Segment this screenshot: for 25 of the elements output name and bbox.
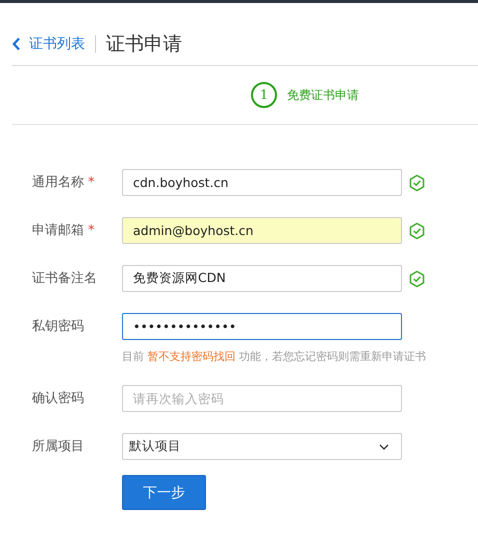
input-field[interactable]: admin@boyhost.cn — [122, 217, 402, 244]
input-field[interactable]: •••••••••••••• — [122, 313, 402, 340]
input-field[interactable]: 免费资源网CDN — [122, 265, 402, 292]
field-label: 申请邮箱 — [32, 222, 84, 240]
project-select[interactable]: 默认项目 — [122, 433, 402, 460]
valid-check-icon — [408, 174, 426, 192]
valid-check-icon — [408, 270, 426, 288]
field-label: 通用名称 — [32, 174, 84, 192]
field-label: 所属项目 — [32, 438, 84, 456]
valid-check-icon — [408, 222, 426, 240]
field-label: 证书备注名 — [32, 270, 97, 288]
step-label: 免费证书申请 — [287, 86, 359, 104]
required-asterisk: * — [88, 174, 94, 192]
required-asterisk: * — [88, 222, 94, 240]
input-field[interactable]: cdn.boyhost.cn — [122, 169, 402, 196]
back-chevron-icon — [12, 37, 21, 51]
hint-text: 目前 暂不支持密码找回 功能，若您忘记密码则需重新申请证书 — [122, 349, 426, 364]
field-label: 确认密码 — [32, 390, 84, 408]
page-title: 证书申请 — [106, 32, 182, 57]
field-label: 私钥密码 — [32, 318, 84, 336]
input-field[interactable]: 请再次输入密码 — [122, 385, 402, 412]
back-link[interactable]: 证书列表 — [12, 35, 85, 53]
step-number: 1 — [251, 82, 277, 108]
dropdown-caret-icon — [379, 444, 389, 450]
next-button[interactable]: 下一步 — [122, 475, 206, 510]
